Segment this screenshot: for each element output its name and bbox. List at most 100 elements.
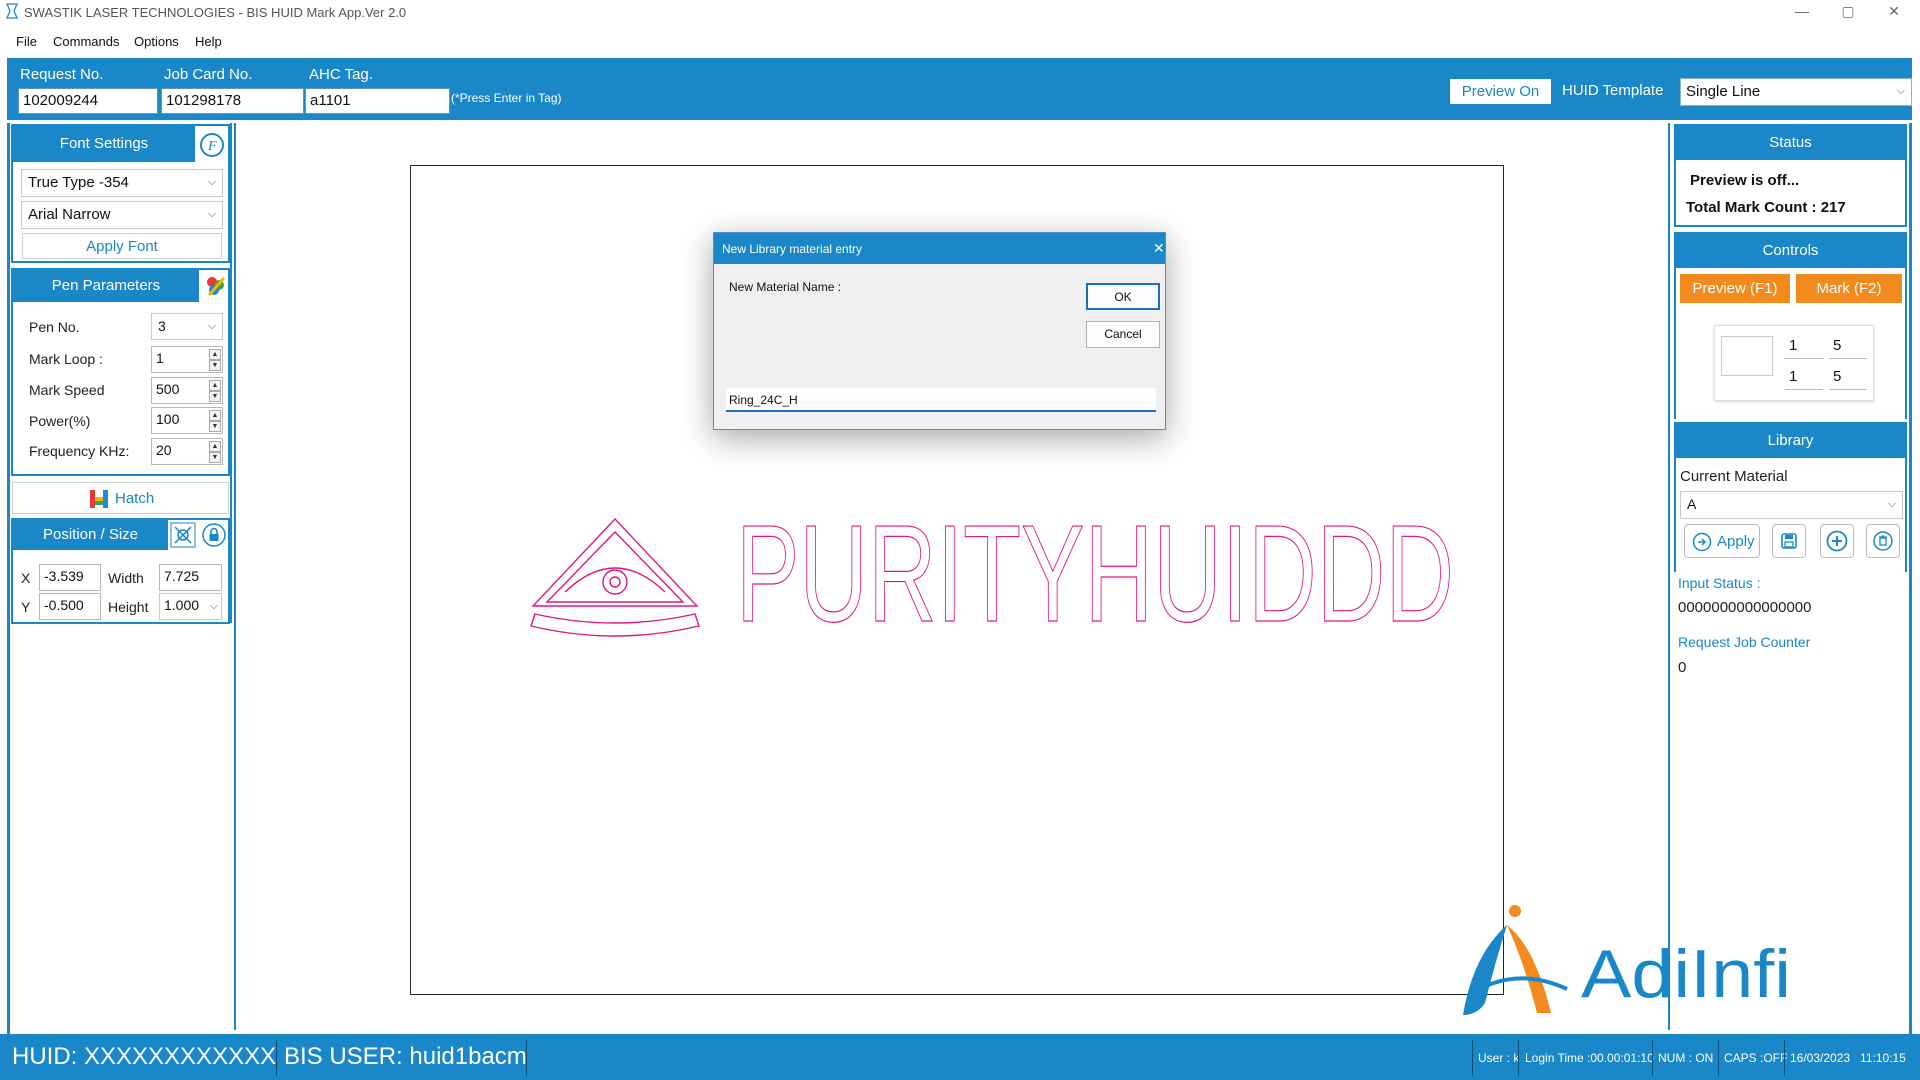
counter-r2c2[interactable]: 5 (1829, 365, 1867, 390)
current-material-value: A (1687, 496, 1697, 512)
preview-on-button[interactable]: Preview On (1450, 79, 1551, 104)
preview-f1-button[interactable]: Preview (F1) (1680, 274, 1790, 303)
menu-options[interactable]: Options (134, 34, 179, 49)
counter-r2c1[interactable]: 1 (1785, 365, 1823, 390)
status-bar: HUID: XXXXXXXXXXXX BIS USER: huid1bacm U… (0, 1034, 1920, 1080)
status-separator (1718, 1040, 1719, 1076)
counter-r1c2[interactable]: 5 (1829, 334, 1867, 359)
close-window-button[interactable]: ✕ (1872, 0, 1916, 24)
chevron-down-icon: ⌵ (1887, 498, 1896, 510)
maximize-button[interactable]: ▢ (1826, 0, 1870, 24)
x-label: X (21, 570, 31, 586)
close-icon[interactable]: ✕ (1153, 240, 1165, 257)
job-card-no-label: Job Card No. (164, 66, 253, 83)
font-name-value: Arial Narrow (28, 206, 111, 223)
power-spinner[interactable]: 100 ▲ ▼ (151, 407, 223, 434)
controls-panel: Controls Preview (F1) Mark (F2) 1 5 1 5 (1674, 232, 1907, 419)
status-title: Status (1676, 126, 1905, 160)
material-name-input[interactable]: Ring_24C_H (726, 388, 1156, 412)
frequency-spinner[interactable]: 20 ▲ ▼ (151, 438, 223, 465)
app-icon (6, 3, 18, 19)
mark-speed-label: Mark Speed (29, 382, 105, 398)
adiinfi-logo-text: AdiInfi (1581, 936, 1791, 1011)
position-size-panel: Position / Size X -3.539 Width 7.725 Y -… (11, 518, 230, 624)
job-card-no-input[interactable]: 101298178 (161, 88, 304, 114)
hatch-label: Hatch (115, 490, 155, 507)
hatch-button[interactable]: Hatch (12, 482, 229, 514)
library-save-button[interactable] (1772, 524, 1806, 558)
height-select[interactable]: 1.000 ⌵ (159, 593, 222, 620)
dialog-cancel-button[interactable]: Cancel (1086, 321, 1160, 348)
spin-up-icon[interactable]: ▲ (209, 410, 221, 421)
preview-status-text: Preview is off... (1690, 172, 1800, 189)
library-delete-button[interactable] (1866, 524, 1900, 558)
svg-text:AdiInfi: AdiInfi (1581, 936, 1791, 1011)
apply-arrow-icon (1692, 532, 1712, 552)
dialog-ok-button[interactable]: OK (1086, 283, 1160, 310)
status-separator (276, 1040, 277, 1076)
y-label: Y (21, 599, 31, 615)
chevron-down-icon: ⌵ (207, 208, 216, 220)
spin-up-icon[interactable]: ▲ (209, 441, 221, 452)
spin-down-icon[interactable]: ▼ (209, 452, 221, 463)
apply-font-button[interactable]: Apply Font (22, 233, 222, 259)
menu-commands[interactable]: Commands (53, 34, 119, 49)
font-name-select[interactable]: Arial Narrow ⌵ (21, 201, 223, 229)
huid-text: HUID: XXXXXXXXXXXX (12, 1043, 277, 1070)
num-lock-text: NUM : ON (1658, 1051, 1714, 1065)
width-input[interactable]: 7.725 (159, 564, 222, 591)
counter-r1c1[interactable]: 1 (1785, 334, 1823, 359)
minimize-button[interactable]: — (1780, 0, 1824, 24)
width-label: Width (108, 570, 144, 586)
library-add-button[interactable] (1820, 524, 1854, 558)
pen-parameters-title: Pen Parameters (13, 270, 199, 302)
library-panel: Library Current Material A ⌵ Apply (1674, 422, 1907, 572)
status-panel: Status Preview is off... Total Mark Coun… (1674, 124, 1907, 227)
window-title-bar: SWASTIK LASER TECHNOLOGIES - BIS HUID Ma… (0, 0, 1920, 24)
hatch-icon (90, 490, 108, 508)
pen-no-select[interactable]: 3 ⌵ (151, 313, 223, 340)
ahc-tag-input[interactable]: a1101 (305, 88, 450, 114)
x-input[interactable]: -3.539 (39, 564, 101, 591)
pen-parameters-panel: Pen Parameters Pen No. 3 ⌵ Mark Loop : 1… (11, 268, 230, 476)
huid-template-select[interactable]: Single Line ⌵ (1680, 78, 1912, 106)
mark-loop-spinner[interactable]: 1 ▲ ▼ (151, 346, 223, 373)
ahc-tag-label: AHC Tag. (309, 66, 373, 83)
request-no-label: Request No. (20, 66, 104, 83)
chevron-down-icon: ⌵ (207, 176, 216, 188)
controls-title: Controls (1676, 234, 1905, 268)
dialog-title: New Library material entry (714, 233, 1165, 264)
menu-file[interactable]: File (16, 34, 37, 49)
mark-loop-label: Mark Loop : (29, 351, 103, 367)
spin-down-icon[interactable]: ▼ (209, 391, 221, 402)
add-icon (1826, 530, 1848, 552)
font-type-select[interactable]: True Type -354 ⌵ (21, 169, 223, 197)
huid-template-value: Single Line (1686, 83, 1761, 100)
spin-down-icon[interactable]: ▼ (209, 360, 221, 371)
mark-text-preview: PURITYHUIDDD (736, 521, 1455, 636)
adiinfi-logo-icon (1463, 905, 1568, 1015)
counter-preview-box (1721, 336, 1773, 376)
lock-icon[interactable] (202, 523, 226, 547)
request-no-input[interactable]: 102009244 (18, 88, 158, 114)
palette-icon[interactable] (203, 273, 229, 299)
ahc-tag-hint: (*Press Enter in Tag) (451, 91, 562, 105)
library-apply-button[interactable]: Apply (1684, 524, 1760, 558)
current-material-select[interactable]: A ⌵ (1680, 491, 1903, 519)
font-type-value: True Type -354 (28, 174, 129, 191)
hallmark-logo-icon (530, 517, 700, 637)
user-text: User : k (1478, 1051, 1520, 1065)
font-settings-title: Font Settings (13, 126, 195, 162)
mark-f2-button[interactable]: Mark (F2) (1796, 274, 1902, 303)
spin-up-icon[interactable]: ▲ (209, 349, 221, 360)
menu-help[interactable]: Help (195, 34, 222, 49)
spin-down-icon[interactable]: ▼ (209, 421, 221, 432)
height-label: Height (108, 599, 149, 615)
crosshair-icon[interactable] (170, 522, 196, 548)
library-apply-label: Apply (1717, 533, 1755, 550)
spin-up-icon[interactable]: ▲ (209, 380, 221, 391)
y-input[interactable]: -0.500 (39, 593, 101, 620)
font-f-icon[interactable]: F (199, 132, 225, 158)
status-separator (1518, 1040, 1519, 1076)
mark-speed-spinner[interactable]: 500 ▲ ▼ (151, 377, 223, 404)
